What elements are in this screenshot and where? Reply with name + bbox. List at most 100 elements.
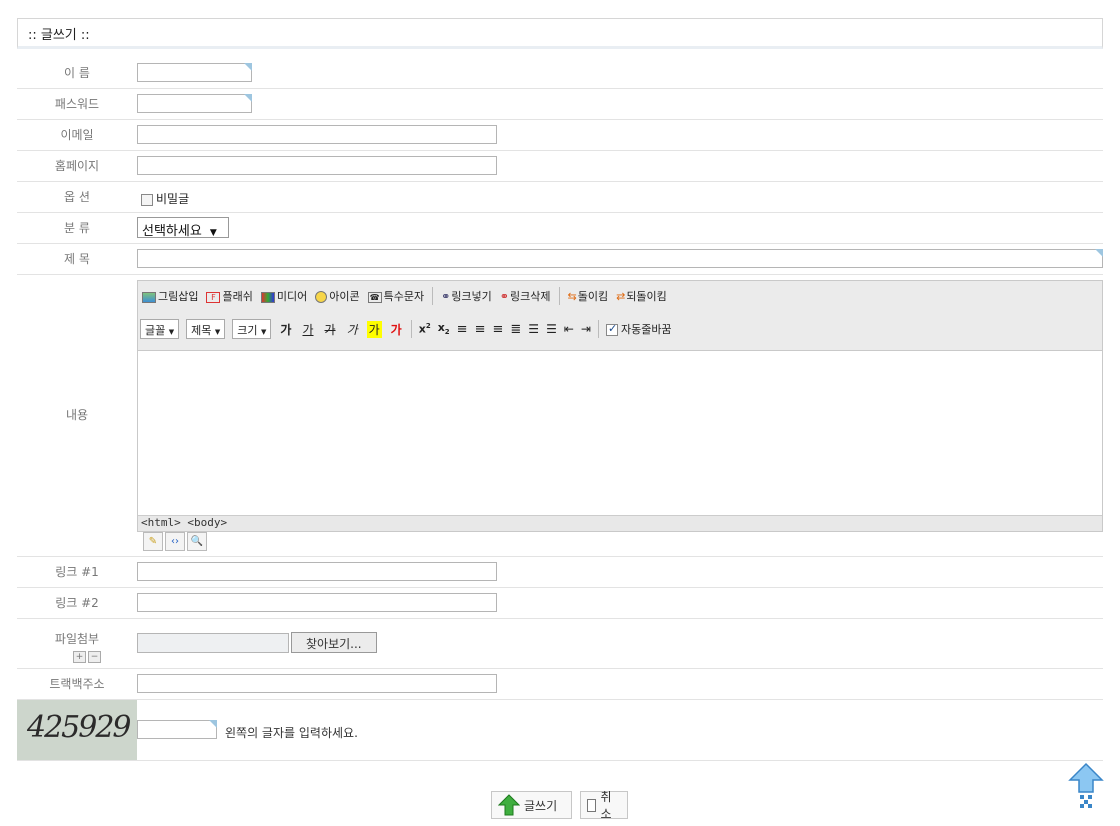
name-input[interactable] xyxy=(137,63,252,82)
align-center-icon[interactable]: ≡ xyxy=(475,322,486,337)
ordered-list-icon[interactable]: ☰ xyxy=(528,322,539,336)
link1-input[interactable] xyxy=(137,562,497,581)
trackback-label: 트랙백주소 xyxy=(49,677,105,691)
autowrap-option: 자동줄바꿈 xyxy=(605,321,672,337)
chevron-down-icon: ▼ xyxy=(168,328,175,336)
redo-button[interactable]: ⇄되돌이킴 xyxy=(616,288,667,304)
link-icon: ⚭ xyxy=(441,290,451,303)
homepage-input[interactable] xyxy=(137,156,497,175)
indent-icon[interactable]: ⇥ xyxy=(581,322,591,336)
password-input[interactable] xyxy=(137,94,252,113)
file-label: 파일첨부 xyxy=(54,632,100,646)
browse-button[interactable]: 찾아보기... xyxy=(291,632,377,653)
homepage-row: 홈페이지 xyxy=(17,151,1103,182)
category-value: 선택하세요 xyxy=(142,224,202,239)
captcha-hint: 왼쪽의 글자를 입력하세요. xyxy=(225,726,358,740)
insert-link-button[interactable]: ⚭링크넣기 xyxy=(441,288,492,304)
toolbar-divider xyxy=(410,320,412,338)
strikethrough-button[interactable]: 가 xyxy=(323,321,338,338)
pencil-icon[interactable]: ✎ xyxy=(143,532,163,551)
page-title: :: 글쓰기 :: xyxy=(17,18,1103,49)
heading-dropdown[interactable]: 제목 ▼ xyxy=(186,319,226,339)
unordered-list-icon[interactable]: ☰ xyxy=(546,322,557,336)
text-color-button[interactable]: 가 xyxy=(389,321,404,338)
redo-icon: ⇄ xyxy=(616,290,626,303)
subject-row: 제 목 xyxy=(17,244,1103,275)
highlight-button[interactable]: 가 xyxy=(366,320,382,338)
insert-image-button[interactable]: 그림삽입 xyxy=(142,288,198,304)
content-label: 내용 xyxy=(65,408,89,422)
homepage-label: 홈페이지 xyxy=(54,159,100,173)
undo-button[interactable]: ⇆돌이킴 xyxy=(568,288,609,304)
unlink-icon: ⚭ xyxy=(499,290,510,303)
subject-input[interactable] xyxy=(137,249,1103,268)
trackback-row: 트랙백주소 xyxy=(17,669,1103,700)
chevron-down-icon: ▼ xyxy=(214,328,221,336)
editor-content-area[interactable] xyxy=(138,351,1102,515)
secret-checkbox[interactable] xyxy=(141,193,153,206)
outdent-icon[interactable]: ⇤ xyxy=(564,322,574,336)
trackback-input[interactable] xyxy=(137,674,497,693)
link1-row: 링크 #1 xyxy=(17,557,1103,588)
captcha-input[interactable] xyxy=(137,720,217,739)
editor-status-path: <html> <body> xyxy=(138,515,1102,531)
email-row: 이메일 xyxy=(17,120,1103,151)
category-select[interactable]: 선택하세요 ▼ xyxy=(137,217,229,239)
autowrap-checkbox[interactable] xyxy=(605,322,618,336)
subject-label: 제 목 xyxy=(64,252,90,266)
option-row: 옵 션 비밀글 xyxy=(17,182,1103,213)
align-left-icon[interactable]: ≡ xyxy=(457,322,468,337)
media-icon xyxy=(260,291,275,303)
editor-mode-buttons: ✎ ‹› 🔍 xyxy=(143,532,209,551)
underline-button[interactable]: 가 xyxy=(300,321,315,338)
flash-icon: F xyxy=(206,291,221,303)
undo-icon: ⇆ xyxy=(567,290,577,303)
chevron-down-icon: ▼ xyxy=(209,228,217,238)
insert-media-button[interactable]: 미디어 xyxy=(260,288,307,304)
align-right-icon[interactable]: ≡ xyxy=(492,322,503,337)
captcha-row: 425929 왼쪽의 글자를 입력하세요. xyxy=(17,700,1103,761)
subscript-icon[interactable]: x2 xyxy=(438,321,450,336)
font-dropdown[interactable]: 글꼴 ▼ xyxy=(140,319,180,339)
password-label: 패스워드 xyxy=(54,97,100,111)
remove-link-button[interactable]: ⚭링크삭제 xyxy=(500,288,551,304)
captcha-image: 425929 xyxy=(17,700,137,760)
up-arrow-icon xyxy=(1068,762,1104,808)
link2-label: 링크 #2 xyxy=(55,596,99,610)
preview-icon[interactable]: 🔍 xyxy=(187,532,207,551)
plus-icon[interactable]: + xyxy=(73,651,86,663)
cancel-button[interactable]: 취소 xyxy=(580,790,628,821)
email-input[interactable] xyxy=(137,125,497,144)
scroll-to-top-button[interactable] xyxy=(1068,762,1104,808)
toolbar-divider xyxy=(558,287,560,305)
insert-emoticon-button[interactable]: 아이콘 xyxy=(315,288,360,304)
superscript-icon[interactable]: x2 xyxy=(419,322,431,336)
toolbar-divider xyxy=(432,287,434,305)
link1-label: 링크 #1 xyxy=(55,565,99,579)
secret-option: 비밀글 xyxy=(141,190,189,207)
align-justify-icon[interactable]: ≣ xyxy=(510,322,521,337)
submit-button[interactable]: 글쓰기 xyxy=(491,791,572,819)
chevron-down-icon: ▼ xyxy=(261,328,267,336)
link2-row: 링크 #2 xyxy=(17,588,1103,619)
smiley-icon xyxy=(315,291,328,303)
italic-button[interactable]: 가 xyxy=(345,321,360,338)
file-path-input[interactable] xyxy=(137,633,289,653)
email-label: 이메일 xyxy=(60,128,94,142)
minus-icon[interactable]: − xyxy=(88,651,101,663)
toolbar-divider xyxy=(597,320,599,338)
insert-flash-button[interactable]: F 플래쉬 xyxy=(206,288,253,304)
option-label: 옵 션 xyxy=(64,190,90,204)
code-icon[interactable]: ‹› xyxy=(165,532,185,551)
file-count-controls: + − xyxy=(17,648,157,663)
file-row: 파일첨부 + − 찾아보기... xyxy=(17,619,1103,669)
special-char-button[interactable]: ☎ 특수문자 xyxy=(367,288,424,304)
name-row: 이 름 xyxy=(17,56,1103,89)
document-icon xyxy=(587,798,597,812)
bold-button[interactable]: 가 xyxy=(278,321,293,338)
rich-text-editor: 그림삽입 F 플래쉬 미디어 아이콘 ☎ 특수문자 ⚭링크넣기 ⚭링크삭제 ⇆돌이킴… xyxy=(137,280,1103,532)
size-dropdown[interactable]: 크기 ▼ xyxy=(232,319,272,339)
link2-input[interactable] xyxy=(137,593,497,612)
name-label: 이 름 xyxy=(64,66,90,80)
phone-icon: ☎ xyxy=(367,291,382,303)
